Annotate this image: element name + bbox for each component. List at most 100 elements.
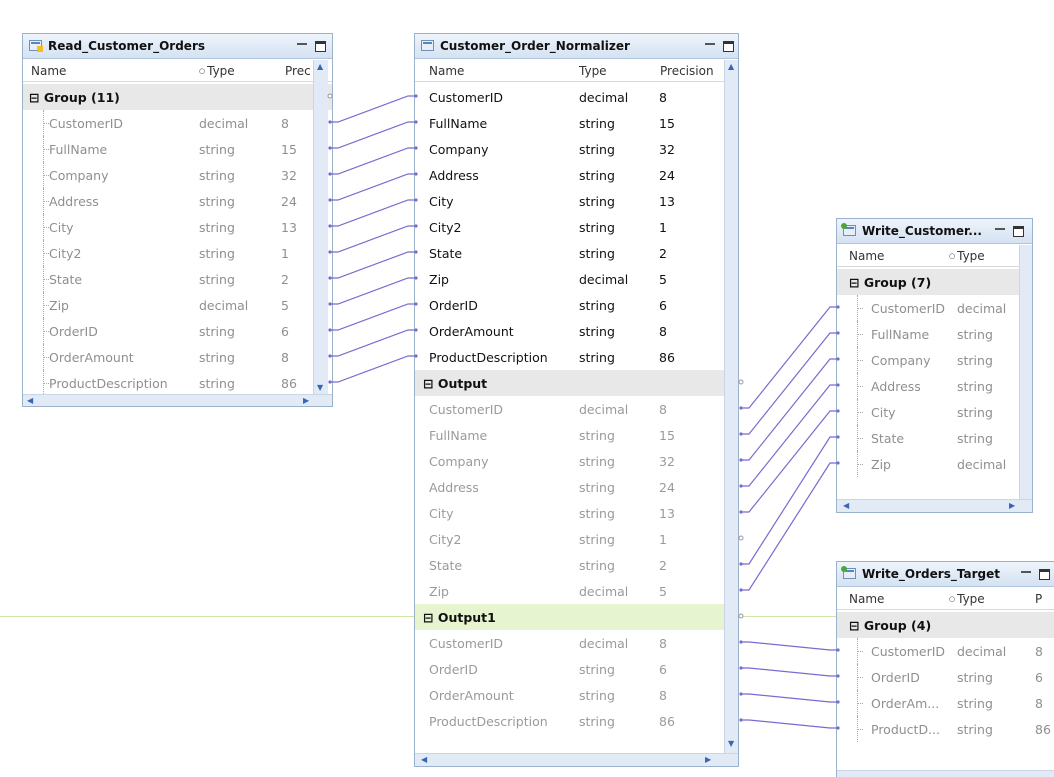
field-row[interactable]: FullName string 15 [23, 136, 332, 162]
normalizer-panel-title-bar[interactable]: Customer_Order_Normalizer [415, 34, 738, 59]
field-name: OrderAm... [871, 696, 940, 711]
field-row[interactable]: OrderAmount string 8 [23, 344, 332, 370]
field-row[interactable]: OrderID string 6 [23, 318, 332, 344]
field-row[interactable]: City2 string 1 [23, 240, 332, 266]
field-name: State [429, 246, 463, 261]
read-horizontal-scrollbar[interactable]: ◀ ▶ [23, 394, 332, 406]
precision-column-header[interactable]: P [1035, 592, 1042, 606]
input-field-row[interactable]: CustomerID decimal 8 [415, 84, 738, 110]
maximize-icon[interactable] [1013, 226, 1024, 237]
field-row[interactable]: CustomerID decimal [837, 295, 1032, 321]
output1-field-row[interactable]: CustomerID decimal 8 [415, 630, 738, 656]
maximize-icon[interactable] [723, 41, 734, 52]
field-type: decimal [579, 90, 629, 105]
output1-field-row[interactable]: OrderID string 6 [415, 656, 738, 682]
field-row[interactable]: CustomerID decimal 8 [23, 110, 332, 136]
name-column-header[interactable]: Name [429, 64, 464, 78]
output-group-row[interactable]: ⊟ Output [415, 370, 738, 396]
write-orders-horizontal-scrollbar[interactable] [837, 770, 1054, 777]
write-customer-panel[interactable]: Write_Customer... Name Type ⊟ Group (7) C… [836, 218, 1033, 513]
normalizer-horizontal-scrollbar[interactable]: ◀ ▶ [415, 753, 738, 766]
read-panel-title-bar[interactable]: Read_Customer_Orders [23, 34, 332, 59]
name-column-header[interactable]: Name [31, 64, 66, 78]
output-field-row[interactable]: City2 string 1 [415, 526, 738, 552]
scroll-left-icon[interactable]: ◀ [27, 397, 33, 405]
output1-field-row[interactable]: OrderAmount string 8 [415, 682, 738, 708]
field-row[interactable]: City string [837, 399, 1032, 425]
output-field-row[interactable]: CustomerID decimal 8 [415, 396, 738, 422]
input-field-row[interactable]: State string 2 [415, 240, 738, 266]
customer-order-normalizer-panel[interactable]: Customer_Order_Normalizer Name Type Prec… [414, 33, 739, 767]
mapping-canvas[interactable]: Read_Customer_Orders Name Type Prec ⊟ Gr… [0, 0, 1054, 777]
input-field-row[interactable]: OrderID string 6 [415, 292, 738, 318]
output1-group-row[interactable]: ⊟ Output1 [415, 604, 738, 630]
scroll-left-icon[interactable]: ◀ [421, 756, 427, 764]
field-row[interactable]: Company string [837, 347, 1032, 373]
minimize-icon[interactable] [297, 43, 307, 45]
type-column-header[interactable]: Type [949, 249, 985, 263]
field-row[interactable]: Company string 32 [23, 162, 332, 188]
field-row[interactable]: OrderAm... string 8 [837, 690, 1054, 716]
maximize-icon[interactable] [1039, 569, 1050, 580]
name-column-header[interactable]: Name [849, 249, 884, 263]
read-vertical-scrollbar[interactable]: ▲ ▼ [313, 60, 328, 395]
output-field-row[interactable]: Address string 24 [415, 474, 738, 500]
group-row[interactable]: ⊟ Group (4) [837, 612, 1054, 638]
input-field-row[interactable]: OrderAmount string 8 [415, 318, 738, 344]
field-row[interactable]: Zip decimal [837, 451, 1032, 477]
normalizer-vertical-scrollbar[interactable]: ▲ ▼ [724, 60, 738, 754]
field-row[interactable]: FullName string [837, 321, 1032, 347]
write-customer-horizontal-scrollbar[interactable]: ◀ ▶ [837, 499, 1032, 512]
read-customer-orders-panel[interactable]: Read_Customer_Orders Name Type Prec ⊟ Gr… [22, 33, 333, 407]
output-field-row[interactable]: State string 2 [415, 552, 738, 578]
scroll-right-icon[interactable]: ▶ [1009, 502, 1015, 510]
field-row[interactable]: Address string [837, 373, 1032, 399]
scroll-right-icon[interactable]: ▶ [705, 756, 711, 764]
precision-column-header[interactable]: Prec [285, 64, 311, 78]
maximize-icon[interactable] [315, 41, 326, 52]
scroll-up-icon[interactable]: ▲ [317, 63, 323, 71]
output-field-row[interactable]: FullName string 15 [415, 422, 738, 448]
output-field-row[interactable]: Zip decimal 5 [415, 578, 738, 604]
name-column-header[interactable]: Name [849, 592, 884, 606]
output-field-row[interactable]: Company string 32 [415, 448, 738, 474]
minimize-icon[interactable] [1021, 571, 1031, 573]
scroll-down-icon[interactable]: ▼ [728, 740, 734, 748]
type-column-header[interactable]: Type [949, 592, 985, 606]
minimize-icon[interactable] [995, 228, 1005, 230]
field-row[interactable]: Address string 24 [23, 188, 332, 214]
output1-field-row[interactable]: ProductDescription string 86 [415, 708, 738, 734]
input-field-row[interactable]: City2 string 1 [415, 214, 738, 240]
field-row[interactable]: Zip decimal 5 [23, 292, 332, 318]
field-row[interactable]: ProductDescription string 86 [23, 370, 332, 396]
write-customer-vertical-scrollbar[interactable] [1019, 245, 1032, 500]
type-column-header[interactable]: Type [579, 64, 607, 78]
input-field-row[interactable]: Company string 32 [415, 136, 738, 162]
input-field-row[interactable]: City string 13 [415, 188, 738, 214]
write-orders-target-panel[interactable]: Write_Orders_Target Name Type P ⊟ Group … [836, 561, 1054, 777]
field-row[interactable]: OrderID string 6 [837, 664, 1054, 690]
input-field-row[interactable]: ProductDescription string 86 [415, 344, 738, 370]
scroll-left-icon[interactable]: ◀ [843, 502, 849, 510]
input-field-row[interactable]: Address string 24 [415, 162, 738, 188]
write-customer-title-bar[interactable]: Write_Customer... [837, 219, 1032, 244]
write-orders-title-bar[interactable]: Write_Orders_Target [837, 562, 1054, 587]
scroll-down-icon[interactable]: ▼ [317, 384, 323, 392]
field-row[interactable]: State string [837, 425, 1032, 451]
precision-column-header[interactable]: Precision [660, 64, 714, 78]
group-row[interactable]: ⊟ Group (11) [23, 84, 332, 110]
field-name: OrderAmount [429, 688, 514, 703]
output-field-row[interactable]: City string 13 [415, 500, 738, 526]
scroll-right-icon[interactable]: ▶ [303, 397, 309, 405]
group-row[interactable]: ⊟ Group (7) [837, 269, 1032, 295]
field-row[interactable]: ProductD... string 86 [837, 716, 1054, 742]
input-field-row[interactable]: Zip decimal 5 [415, 266, 738, 292]
field-row[interactable]: CustomerID decimal 8 [837, 638, 1054, 664]
type-column-header[interactable]: Type [199, 64, 235, 78]
field-row[interactable]: State string 2 [23, 266, 332, 292]
field-name: CustomerID [49, 116, 124, 131]
scroll-up-icon[interactable]: ▲ [728, 63, 734, 71]
field-row[interactable]: City string 13 [23, 214, 332, 240]
minimize-icon[interactable] [705, 43, 715, 45]
input-field-row[interactable]: FullName string 15 [415, 110, 738, 136]
